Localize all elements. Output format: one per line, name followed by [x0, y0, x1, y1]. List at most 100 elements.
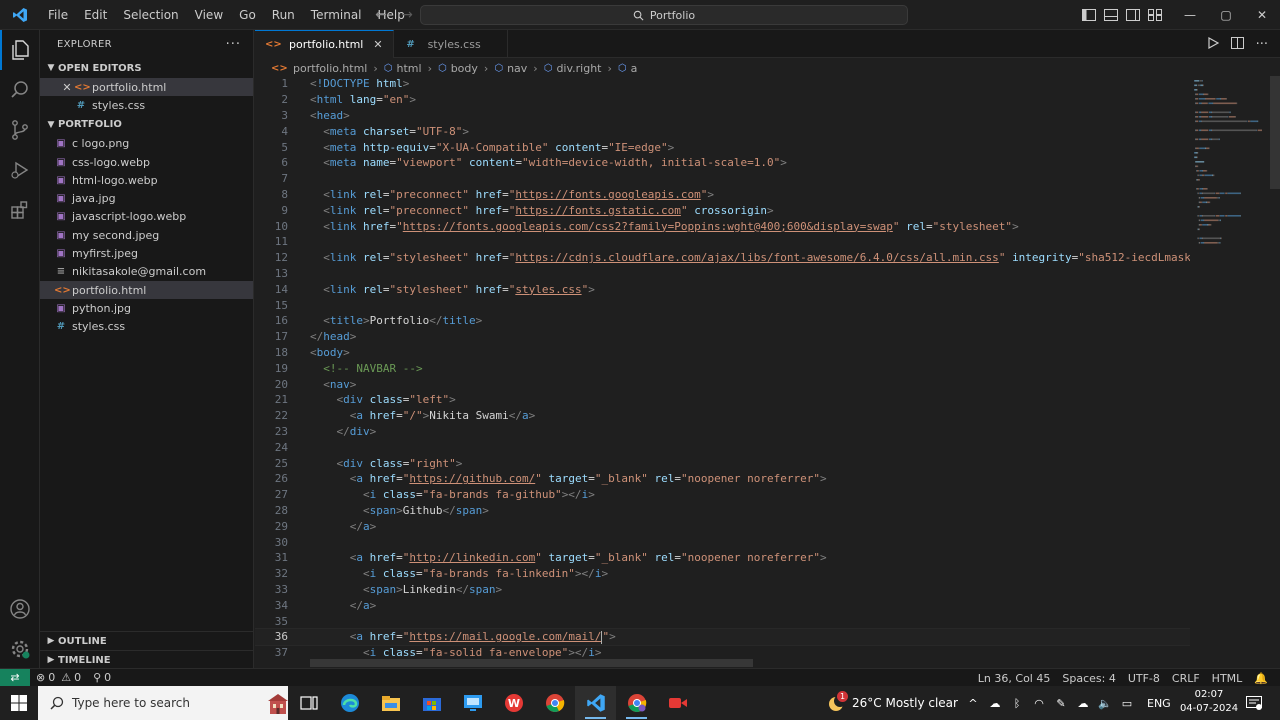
run-debug-icon[interactable]: [0, 150, 40, 190]
forward-arrow-icon[interactable]: →: [398, 7, 416, 23]
taskbar-search-box[interactable]: Type here to search: [38, 686, 288, 720]
notifications-bell-icon[interactable]: 🔔: [1248, 672, 1274, 685]
chrome-icon[interactable]: [534, 686, 575, 720]
code-editor[interactable]: 37 <i class="fa-solid fa-envelope"></i> 3…: [255, 76, 1190, 668]
breadcrumb-item[interactable]: nav: [507, 62, 527, 75]
more-actions-icon[interactable]: ···: [1256, 37, 1268, 52]
scrollbar-thumb[interactable]: [1270, 76, 1280, 189]
language-indicator[interactable]: ENG: [1147, 697, 1171, 710]
task-view-icon[interactable]: [288, 686, 329, 720]
speaker-icon[interactable]: 🔈: [1097, 697, 1113, 710]
horizontal-scrollbar[interactable]: [310, 659, 753, 667]
menu-edit[interactable]: Edit: [76, 0, 115, 30]
cloud-icon[interactable]: ☁: [1075, 697, 1091, 710]
file-item[interactable]: # styles.css: [40, 318, 253, 336]
back-arrow-icon[interactable]: ←: [372, 7, 390, 23]
breadcrumb-item[interactable]: div.right: [556, 62, 601, 75]
file-item[interactable]: ≡ nikitasakole@gmail.com: [40, 263, 253, 281]
ports-indicator[interactable]: ⚲ 0: [87, 671, 117, 684]
search-icon[interactable]: [0, 70, 40, 110]
minimap[interactable]: [1190, 76, 1268, 668]
vscode-logo-icon[interactable]: [0, 0, 40, 30]
outline-section[interactable]: ▶ OUTLINE: [40, 631, 254, 650]
chrome-profile-icon[interactable]: [616, 686, 657, 720]
file-item[interactable]: ▣ html-logo.webp: [40, 171, 253, 189]
wifi-icon[interactable]: ◠: [1031, 697, 1047, 710]
menu-selection[interactable]: Selection: [115, 0, 186, 30]
maximize-icon[interactable]: ▢: [1208, 0, 1244, 30]
toggle-primary-sidebar-icon[interactable]: [1080, 6, 1098, 24]
customize-layout-icon[interactable]: [1146, 6, 1164, 24]
timeline-section[interactable]: ▶ TIMELINE: [40, 650, 254, 669]
minimize-icon[interactable]: —: [1172, 0, 1208, 30]
weather-widget[interactable]: 1 26°C Mostly clear: [826, 686, 958, 720]
cursor-position[interactable]: Ln 36, Col 45: [972, 672, 1057, 685]
notification-center-icon[interactable]: [1244, 694, 1264, 712]
show-hidden-icons-chevron-icon[interactable]: ^: [965, 697, 981, 710]
open-editor-item[interactable]: ✕ <> portfolio.html: [40, 78, 253, 97]
minimap-line: [1197, 152, 1199, 154]
file-explorer-icon[interactable]: [370, 686, 411, 720]
accounts-icon[interactable]: [0, 589, 40, 629]
edge-browser-icon[interactable]: [329, 686, 370, 720]
code-token: Linkedin: [402, 582, 456, 596]
run-icon[interactable]: [1207, 36, 1219, 52]
line-ending[interactable]: CRLF: [1166, 672, 1206, 685]
pen-icon[interactable]: ✎: [1053, 697, 1069, 710]
store-icon[interactable]: [411, 686, 452, 720]
clock[interactable]: 02:07 04-07-2024: [1178, 688, 1240, 716]
menu-file[interactable]: File: [40, 0, 76, 30]
menu-run[interactable]: Run: [264, 0, 303, 30]
bluetooth-icon[interactable]: ᛒ: [1009, 697, 1025, 710]
battery-icon[interactable]: ▭: [1119, 697, 1135, 710]
breadcrumb-item[interactable]: a: [631, 62, 638, 75]
source-control-icon[interactable]: [0, 110, 40, 150]
close-editor-icon[interactable]: ✕: [60, 81, 74, 94]
code-text: <i class="fa-solid fa-envelope"></i>: [310, 646, 601, 659]
toggle-panel-icon[interactable]: [1102, 6, 1120, 24]
toggle-secondary-sidebar-icon[interactable]: [1124, 6, 1142, 24]
language-mode[interactable]: HTML: [1206, 672, 1249, 685]
file-item[interactable]: ▣ java.jpg: [40, 189, 253, 207]
close-tab-icon[interactable]: ✕: [373, 38, 382, 51]
file-item[interactable]: ▣ css-logo.webp: [40, 153, 253, 171]
more-actions-icon[interactable]: ···: [226, 37, 241, 52]
remote-indicator-icon[interactable]: ⇄: [0, 668, 30, 687]
command-center-search[interactable]: Portfolio: [420, 5, 908, 25]
open-editor-item[interactable]: # styles.css: [40, 96, 253, 114]
explorer-icon[interactable]: [0, 30, 40, 70]
file-item[interactable]: ▣ python.jpg: [40, 299, 253, 317]
file-item[interactable]: <> portfolio.html: [40, 280, 253, 300]
encoding[interactable]: UTF-8: [1122, 672, 1166, 685]
breadcrumb-item[interactable]: html: [397, 62, 422, 75]
problems-indicator[interactable]: ⊗ 0 ⚠ 0: [30, 671, 87, 684]
minimap-line: [1203, 93, 1204, 96]
file-item[interactable]: ▣ my second.jpeg: [40, 226, 253, 244]
close-icon[interactable]: ✕: [1244, 0, 1280, 30]
windows-start-icon[interactable]: [0, 686, 38, 720]
indentation[interactable]: Spaces: 4: [1056, 672, 1121, 685]
breadcrumb-item[interactable]: portfolio.html: [293, 62, 367, 75]
file-item[interactable]: ▣ myfirst.jpeg: [40, 244, 253, 262]
tab-styles-css[interactable]: # styles.css: [394, 30, 508, 58]
desktop-app-icon[interactable]: [452, 686, 493, 720]
wps-office-icon[interactable]: W: [493, 686, 534, 720]
onedrive-icon[interactable]: ☁: [987, 697, 1003, 710]
screen-recorder-icon[interactable]: [657, 686, 698, 720]
menu-terminal[interactable]: Terminal: [303, 0, 370, 30]
extensions-icon[interactable]: [0, 190, 40, 230]
tab-portfolio-html[interactable]: <> portfolio.html ✕: [255, 30, 394, 58]
file-item[interactable]: ▣ javascript-logo.webp: [40, 208, 253, 226]
settings-gear-icon[interactable]: [0, 629, 40, 669]
portfolio-folder-section[interactable]: ▼ PORTFOLIO: [40, 115, 253, 135]
breadcrumb-item[interactable]: body: [451, 62, 478, 75]
menu-go[interactable]: Go: [231, 0, 264, 30]
vscode-taskbar-icon[interactable]: [575, 686, 616, 720]
minimap-line: [1213, 174, 1215, 177]
menu-view[interactable]: View: [187, 0, 231, 30]
file-item[interactable]: ▣ c logo.png: [40, 135, 253, 153]
line-number: 2: [281, 93, 288, 107]
vertical-scrollbar[interactable]: [1268, 76, 1280, 668]
split-editor-icon[interactable]: [1230, 36, 1244, 52]
open-editors-section[interactable]: ▼ OPEN EDITORS: [40, 58, 253, 78]
